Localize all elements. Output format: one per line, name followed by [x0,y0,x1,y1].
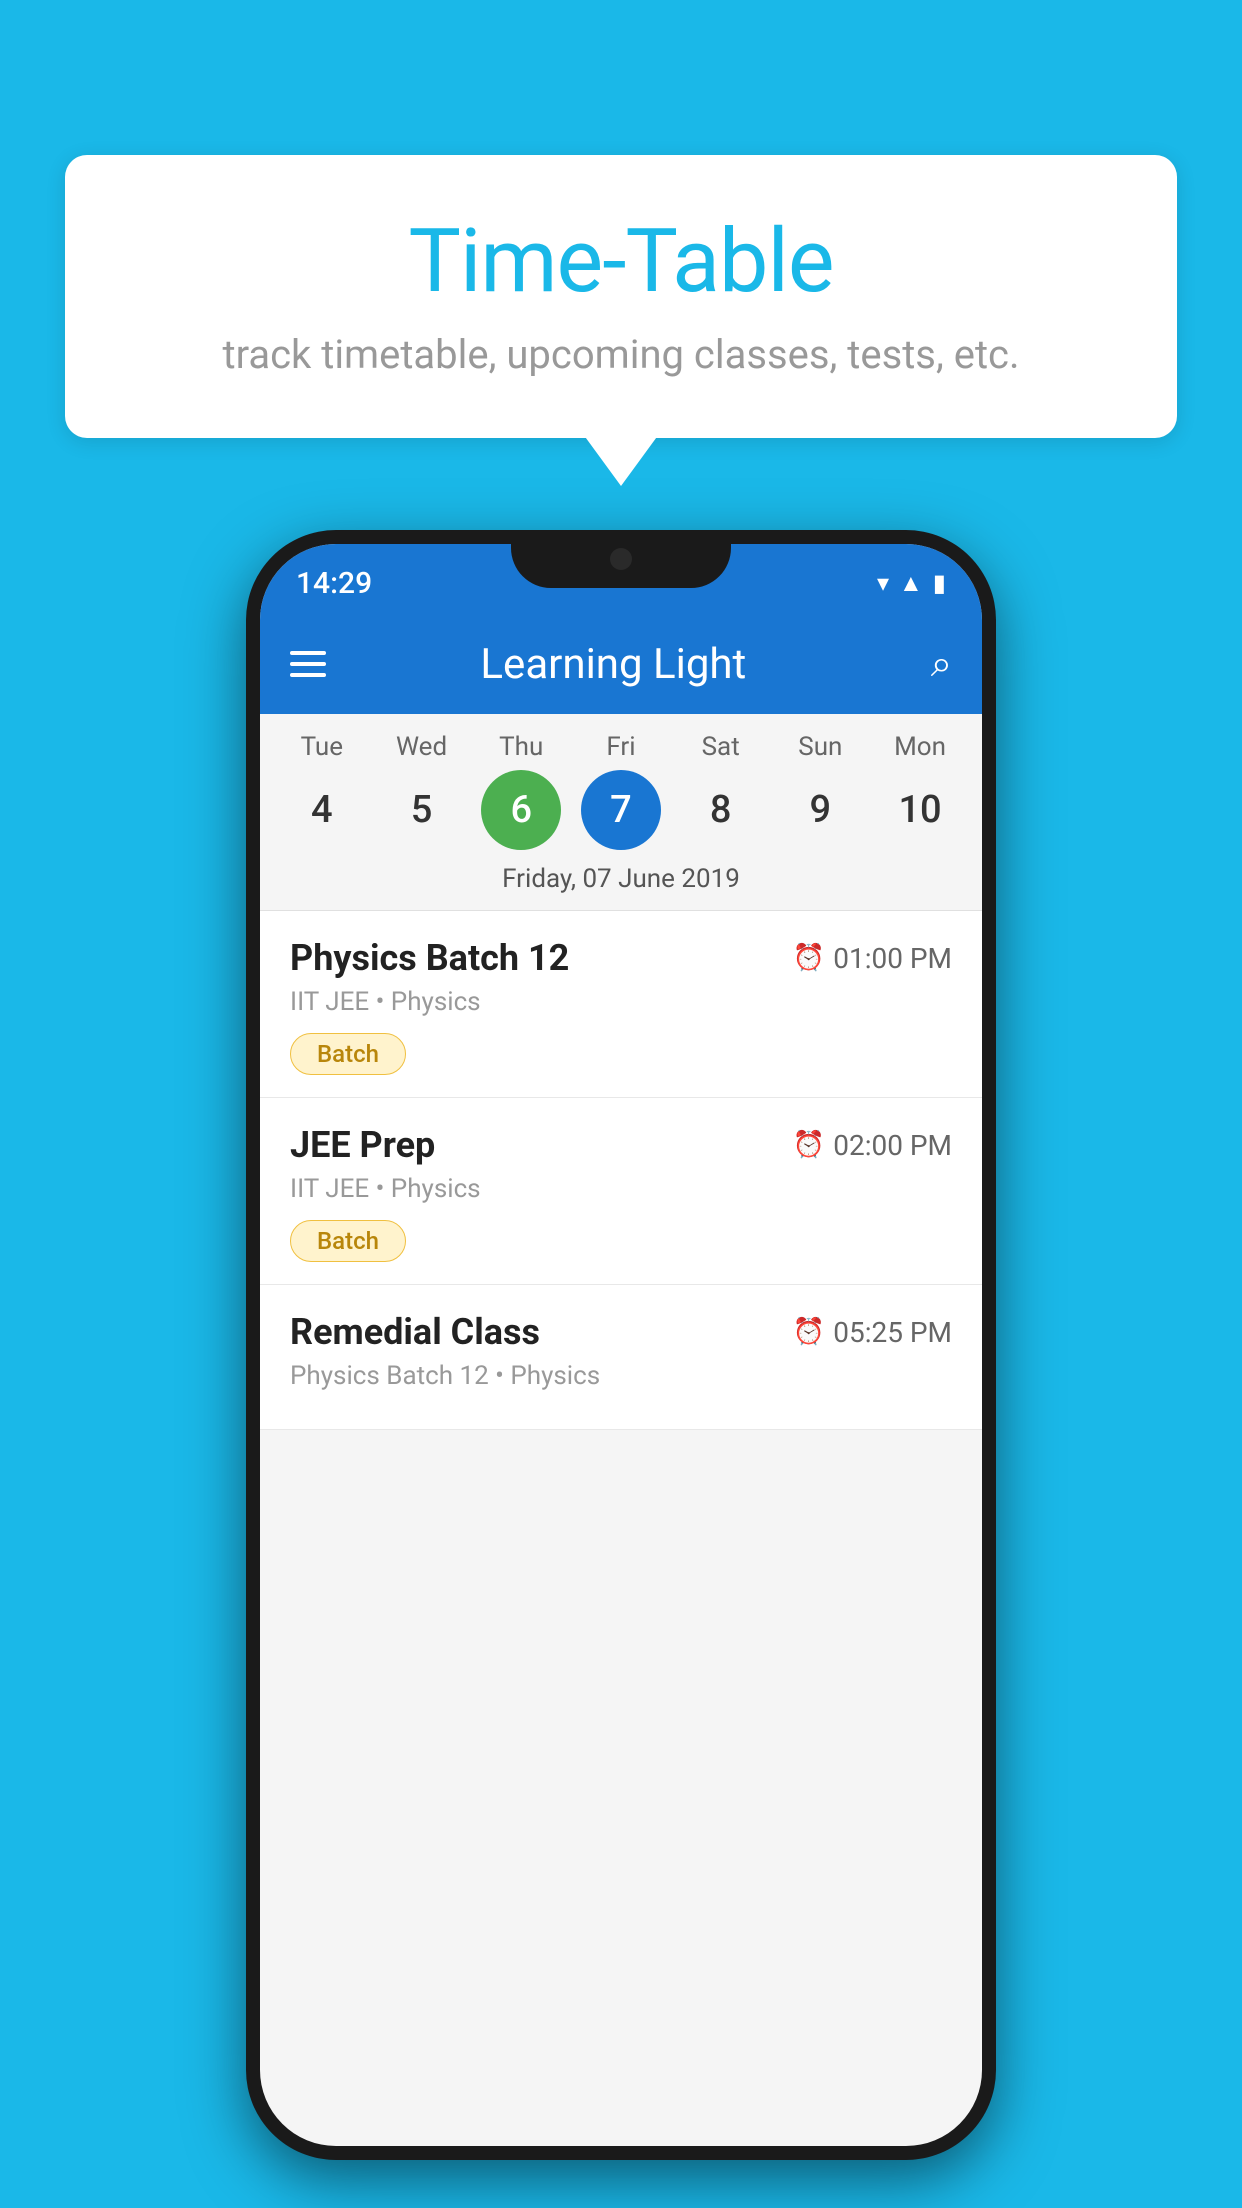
phone-notch [511,530,731,588]
batch-badge-2: Batch [290,1220,406,1262]
phone-screen: 14:29 ▾ ▲ ▮ Learning Light ⌕ [260,544,982,2146]
app-title: Learning Light [326,640,901,689]
day-numbers: 4 5 6 7 8 9 10 [260,762,982,860]
clock-icon: ⏰ [793,943,825,973]
class-meta-3: Physics Batch 12 • Physics [290,1361,952,1391]
class-item-remedial[interactable]: Remedial Class ⏰ 05:25 PM Physics Batch … [260,1285,982,1430]
bubble-subtitle: track timetable, upcoming classes, tests… [125,331,1117,378]
class-list: Physics Batch 12 ⏰ 01:00 PM IIT JEE • Ph… [260,911,982,1430]
day-4[interactable]: 4 [282,770,362,850]
day-headers: Tue Wed Thu Fri Sat Sun Mon [260,714,982,762]
batch-badge: Batch [290,1033,406,1075]
wifi-icon: ▾ [877,569,889,597]
day-5[interactable]: 5 [382,770,462,850]
class-meta: IIT JEE • Physics [290,987,952,1017]
day-7-selected[interactable]: 7 [581,770,661,850]
phone-frame: 14:29 ▾ ▲ ▮ Learning Light ⌕ [246,530,996,2160]
class-name-2: JEE Prep [290,1124,435,1166]
class-item-header-2: JEE Prep ⏰ 02:00 PM [290,1124,952,1166]
class-name: Physics Batch 12 [290,937,569,979]
day-header-mon: Mon [880,732,960,762]
class-time-3: ⏰ 05:25 PM [793,1316,952,1349]
search-icon[interactable]: ⌕ [931,642,952,686]
camera-dot [610,548,632,570]
day-header-tue: Tue [282,732,362,762]
class-time: ⏰ 01:00 PM [793,942,952,975]
calendar-strip: Tue Wed Thu Fri Sat Sun Mon 4 5 6 7 8 9 … [260,714,982,910]
day-9[interactable]: 9 [780,770,860,850]
class-item-header: Physics Batch 12 ⏰ 01:00 PM [290,937,952,979]
class-item-jee-prep[interactable]: JEE Prep ⏰ 02:00 PM IIT JEE • Physics Ba… [260,1098,982,1285]
app-bar: Learning Light ⌕ [260,614,982,714]
speech-bubble-container: Time-Table track timetable, upcoming cla… [65,155,1177,438]
day-header-fri: Fri [581,732,661,762]
day-header-wed: Wed [382,732,462,762]
status-time: 14:29 [296,566,372,601]
battery-icon: ▮ [933,569,946,597]
class-time-2: ⏰ 02:00 PM [793,1129,952,1162]
class-item-header-3: Remedial Class ⏰ 05:25 PM [290,1311,952,1353]
day-header-sat: Sat [681,732,761,762]
selected-date-label: Friday, 07 June 2019 [260,860,982,910]
class-meta-2: IIT JEE • Physics [290,1174,952,1204]
day-header-sun: Sun [780,732,860,762]
hamburger-menu-button[interactable] [290,651,326,677]
bubble-title: Time-Table [125,210,1117,313]
day-8[interactable]: 8 [681,770,761,850]
class-name-3: Remedial Class [290,1311,540,1353]
signal-icon: ▲ [899,569,923,598]
class-item-physics-batch[interactable]: Physics Batch 12 ⏰ 01:00 PM IIT JEE • Ph… [260,911,982,1098]
clock-icon-2: ⏰ [793,1130,825,1160]
day-6-today[interactable]: 6 [481,770,561,850]
phone-mockup: 14:29 ▾ ▲ ▮ Learning Light ⌕ [246,530,996,2160]
speech-bubble: Time-Table track timetable, upcoming cla… [65,155,1177,438]
day-header-thu: Thu [481,732,561,762]
day-10[interactable]: 10 [880,770,960,850]
clock-icon-3: ⏰ [793,1317,825,1347]
status-icons: ▾ ▲ ▮ [877,569,946,598]
